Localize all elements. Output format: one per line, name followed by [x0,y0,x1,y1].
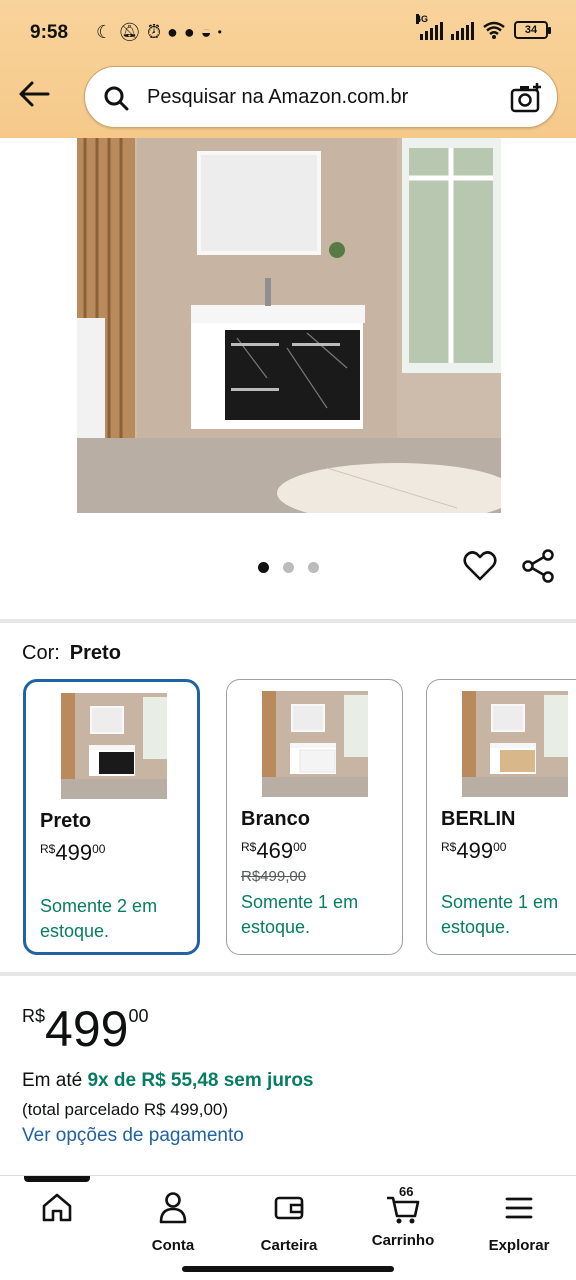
cabinet-color-swatch [500,750,535,772]
variant-card-preto[interactable]: Preto R$49900 Somente 2 em estoque. [23,679,200,955]
carousel-dot[interactable] [308,562,319,573]
nav-wallet[interactable]: Carteira [234,1190,344,1260]
system-icons: 4G 34 [416,14,551,40]
variant-thumbnail [262,691,368,797]
user-icon [159,1192,187,1224]
product-price: R$49900 [22,1000,148,1058]
variant-stock: Somente 2 em estoque. [40,896,158,941]
gesture-bar[interactable] [182,1266,394,1272]
variant-name: Preto [40,810,92,832]
wallet-icon [274,1196,304,1220]
cabinet-color-swatch [299,749,336,773]
more-dot-icon: • [217,25,222,39]
variant-price: R$49900 [441,838,507,863]
product-image[interactable] [77,138,501,513]
variant-name: Branco [241,808,310,830]
cart-icon-wrap: 66 [385,1184,421,1226]
nav-account[interactable]: Conta [118,1190,228,1260]
dot-icon: ● [183,22,195,42]
nav-home[interactable] [2,1190,112,1260]
divider [0,972,576,976]
search-icon [104,86,129,111]
payment-options-link[interactable]: Ver opções de pagamento [22,1125,244,1147]
status-time: 9:58 [30,22,69,43]
status-bar: 9:58 ☾ 🔕︎ ⏰︎ ● ● ◒ • 4G 34 [0,14,576,52]
cart-count-badge: 66 [399,1184,414,1199]
nav-cart[interactable]: 66 Carrinho [348,1184,458,1260]
installments-total: (total parcelado R$ 499,00) [22,1100,229,1119]
nav-cart-label: Carrinho [371,1232,435,1249]
signal-2-icon [451,20,474,40]
bottom-navigation: Conta Carteira 66 Carrinho Explorar [0,1175,576,1280]
app-icon: ◒ [200,22,212,42]
image-carousel-dots [258,562,319,573]
nav-explore[interactable]: Explorar [464,1190,574,1260]
signal-icon: 4G [416,14,443,40]
installments-highlight: 9x de R$ 55,48 sem juros [87,1070,314,1091]
installments-text: Em até 9x de R$ 55,48 sem juros [22,1070,314,1092]
variant-price: R$49900 [40,840,106,865]
app-header: 9:58 ☾ 🔕︎ ⏰︎ ● ● ◒ • 4G 34 Pesquisar na … [0,0,576,138]
variant-thumbnail [61,693,167,799]
mute-icon: 🔕︎ [118,22,141,42]
variant-list-price: R$499,00 [241,868,307,885]
bathroom-vanity-image [77,138,501,513]
price-currency: R$ [22,1006,46,1026]
nav-wallet-label: Carteira [260,1237,318,1254]
nav-account-label: Conta [151,1237,195,1254]
moon-icon: ☾ [96,22,113,42]
carousel-dot[interactable] [258,562,269,573]
nav-explore-label: Explorar [488,1237,550,1254]
home-icon [42,1193,72,1232]
color-label-text: Cor: [22,642,60,664]
share-icon[interactable] [520,548,556,584]
active-tab-indicator [24,1176,90,1182]
back-arrow-icon [19,81,50,107]
selected-color: Preto [69,642,121,664]
variant-name: BERLIN [441,808,516,830]
price-cents: 00 [128,1006,149,1026]
variant-stock: Somente 1 em estoque. [241,892,359,937]
variant-price: R$46900 [241,838,307,863]
heart-icon[interactable] [462,548,498,584]
battery-icon: 34 [514,21,551,39]
price-integer: 499 [45,1001,129,1057]
chat-icon: ● [167,22,178,42]
cabinet-color-swatch [99,752,134,774]
variant-card-branco[interactable]: Branco R$46900 R$499,00 Somente 1 em est… [226,679,403,955]
network-type: 4G [416,14,429,24]
search-bar[interactable]: Pesquisar na Amazon.com.br [84,66,558,128]
battery-level: 34 [524,24,538,36]
variant-card-berlin[interactable]: BERLIN R$49900 Somente 1 em estoque. [426,679,576,955]
notification-icons: ☾ 🔕︎ ⏰︎ ● ● ◒ • [96,20,222,44]
divider [0,619,576,623]
color-label: Cor: Preto [22,642,121,665]
back-button[interactable] [16,76,52,112]
alarm-icon: ⏰︎ [147,22,162,42]
menu-icon [505,1197,533,1219]
variant-stock: Somente 1 em estoque. [441,892,559,937]
search-input[interactable]: Pesquisar na Amazon.com.br [147,86,408,109]
camera-search-icon[interactable] [509,81,543,115]
carousel-dot[interactable] [283,562,294,573]
variant-thumbnail [462,691,568,797]
installments-prefix: Em até [22,1070,83,1091]
wifi-icon [483,21,505,39]
